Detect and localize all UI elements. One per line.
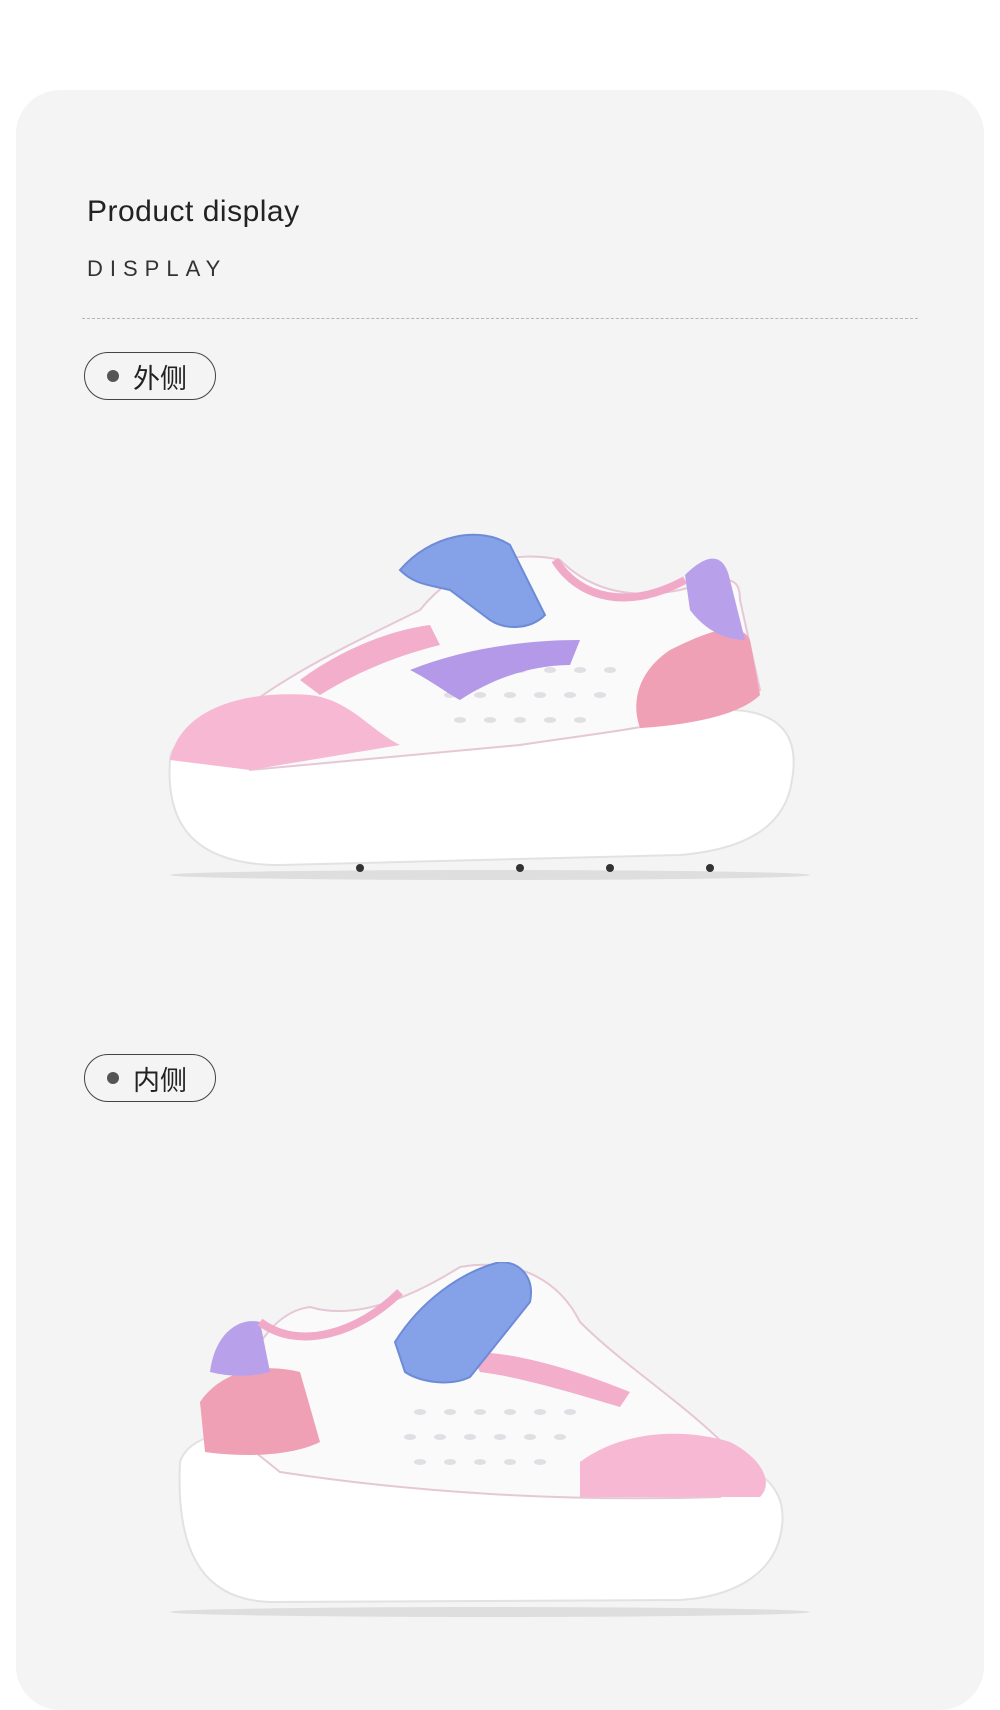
bullet-dot-icon: [107, 1072, 119, 1084]
view-label-text: 内侧: [133, 1065, 187, 1097]
sneaker-lateral-image: [168, 533, 810, 880]
dashed-divider: [82, 318, 918, 319]
view-label-text: 外侧: [133, 363, 187, 395]
view-label-medial: 内侧: [84, 1054, 216, 1102]
section-title: Product display: [87, 195, 300, 228]
section-subtitle: DISPLAY: [87, 256, 228, 281]
bullet-dot-icon: [107, 370, 119, 382]
view-label-lateral: 外侧: [84, 352, 216, 400]
sneaker-medial-image: [170, 1262, 810, 1617]
